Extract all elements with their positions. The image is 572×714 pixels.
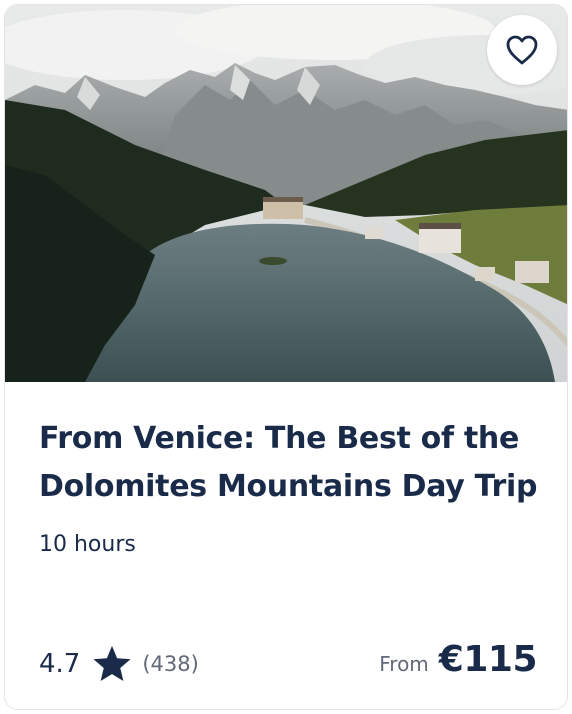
activity-image[interactable] [5,5,567,382]
landscape-photo [5,5,567,382]
review-count: (438) [142,652,199,676]
activity-duration: 10 hours [39,532,136,557]
activity-title[interactable]: From Venice: The Best of the Dolomites M… [39,415,539,511]
price-row: From €115 [379,639,537,691]
wishlist-button[interactable] [487,15,557,85]
heart-outline-icon [506,35,538,65]
activity-card[interactable]: From Venice: The Best of the Dolomites M… [4,4,568,710]
price-from-label: From [379,652,429,676]
rating-row: 4.7 (438) [39,641,199,687]
price-value: €115 [438,639,538,680]
star-icon [92,645,132,683]
rating-value: 4.7 [39,649,81,679]
